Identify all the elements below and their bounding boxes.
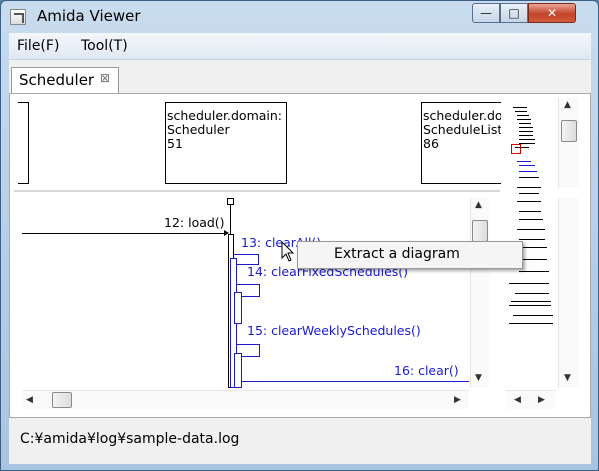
minimap-line	[509, 305, 551, 306]
scroll-down-icon[interactable]: ▼	[475, 373, 482, 383]
client-area: File(F) Tool(T) Scheduler ⊠ scheduler.do…	[9, 33, 591, 464]
minimap-line	[519, 165, 535, 166]
minimap-line	[515, 293, 549, 294]
minimap-line	[519, 171, 537, 172]
minimap-line	[513, 315, 553, 316]
title-bar[interactable]: Amida Viewer — □ ✕	[1, 1, 598, 33]
close-button[interactable]: ✕	[528, 3, 576, 23]
mouse-cursor-icon	[281, 241, 295, 262]
minimap-line	[517, 119, 531, 120]
tab-label: Scheduler	[19, 71, 95, 89]
scroll-left-icon[interactable]: ◀	[514, 395, 521, 405]
viewport-indicator[interactable]	[511, 144, 521, 154]
minimap-line	[517, 161, 531, 162]
app-window: Amida Viewer — □ ✕ File(F) Tool(T) Sched…	[0, 0, 599, 471]
scroll-right-icon[interactable]: ▶	[454, 395, 461, 405]
sequence-diagram[interactable]: 12: load() 13: clearAll() 14: clearFixed…	[22, 198, 469, 388]
message-12-arrow	[22, 233, 227, 234]
message-12-label[interactable]: 12: load()	[164, 215, 225, 230]
minimap-line	[519, 271, 549, 272]
minimap-line	[517, 187, 541, 188]
minimap-line	[519, 239, 545, 240]
status-bar: C:¥amida¥log¥sample-data.log	[9, 425, 591, 451]
minimap-line	[517, 229, 545, 230]
minimap-line	[519, 193, 539, 194]
minimap-line	[519, 123, 531, 124]
scroll-up-icon[interactable]: ▲	[475, 200, 482, 210]
minimap-line	[509, 283, 549, 284]
app-icon	[10, 9, 26, 25]
minimap-line	[519, 219, 543, 220]
window-title: Amida Viewer	[37, 7, 141, 25]
minimap-line	[519, 247, 547, 248]
diagram-horizontal-scrollbar[interactable]: ◀ ▶	[22, 390, 469, 409]
scroll-thumb[interactable]	[561, 120, 577, 142]
lifeline-box-schedulelist[interactable]: scheduler.domain: ScheduleList 86	[421, 102, 501, 184]
menu-file[interactable]: File(F)	[17, 38, 59, 54]
minimap-horizontal-scrollbar[interactable]: ◀ ▶	[506, 390, 556, 409]
tab-close-icon[interactable]: ⊠	[100, 71, 110, 85]
message-15-loop	[259, 344, 260, 356]
minimap-line	[517, 201, 541, 202]
lifeline-head-marker	[227, 198, 234, 205]
menu-item-extract-diagram[interactable]: Extract a diagram	[334, 246, 460, 262]
context-menu: Extract a diagram	[297, 241, 523, 269]
message-13-arrow	[234, 254, 258, 255]
scroll-left-icon[interactable]: ◀	[26, 395, 33, 405]
tab-scheduler[interactable]: Scheduler ⊠	[11, 67, 119, 93]
message-15-label[interactable]: 15: clearWeeklySchedules()	[247, 323, 421, 338]
message-14-arrow	[237, 284, 259, 285]
message-14-loop	[259, 284, 260, 296]
scroll-thumb[interactable]	[472, 220, 488, 242]
minimap-vertical-scrollbar[interactable]: ▼	[558, 198, 579, 388]
header-vertical-scrollbar[interactable]: ▲	[558, 98, 579, 188]
minimap-line	[519, 143, 535, 144]
activation-bar-14	[234, 292, 242, 324]
menu-bar: File(F) Tool(T)	[9, 33, 591, 60]
minimap-line	[519, 211, 541, 212]
minimap-line	[519, 139, 535, 140]
minimize-button[interactable]: —	[472, 3, 500, 23]
activation-bar-15	[234, 353, 242, 388]
status-file-path: C:¥amida¥log¥sample-data.log	[20, 431, 240, 447]
message-13-loop	[258, 254, 259, 264]
message-15-return	[242, 356, 260, 357]
message-15-arrow	[237, 344, 259, 345]
message-14-return	[242, 296, 260, 297]
scroll-right-icon[interactable]: ▶	[538, 395, 545, 405]
minimap-line	[519, 135, 533, 136]
minimap-line	[519, 131, 533, 132]
minimap-line	[513, 107, 527, 108]
minimap-line	[511, 301, 551, 302]
message-16-label[interactable]: 16: clear()	[394, 363, 459, 378]
minimap-line	[519, 177, 539, 178]
minimap-line	[517, 115, 529, 116]
pane-divider[interactable]	[14, 190, 500, 192]
scroll-thumb[interactable]	[52, 392, 72, 408]
message-16-arrow	[242, 381, 469, 382]
minimap-line	[519, 127, 533, 128]
scroll-up-icon[interactable]: ▲	[564, 100, 571, 110]
maximize-button[interactable]: □	[500, 3, 528, 23]
lifeline-box-scheduler[interactable]: scheduler.domain: Scheduler 51	[165, 102, 287, 184]
diagram-vertical-scrollbar[interactable]: ▲ ▼	[470, 198, 489, 388]
lifeline-box-partial	[18, 102, 29, 184]
minimap-line	[515, 111, 527, 112]
minimap-line	[509, 323, 553, 324]
menu-tool[interactable]: Tool(T)	[81, 38, 128, 54]
scroll-down-icon[interactable]: ▼	[564, 373, 571, 383]
